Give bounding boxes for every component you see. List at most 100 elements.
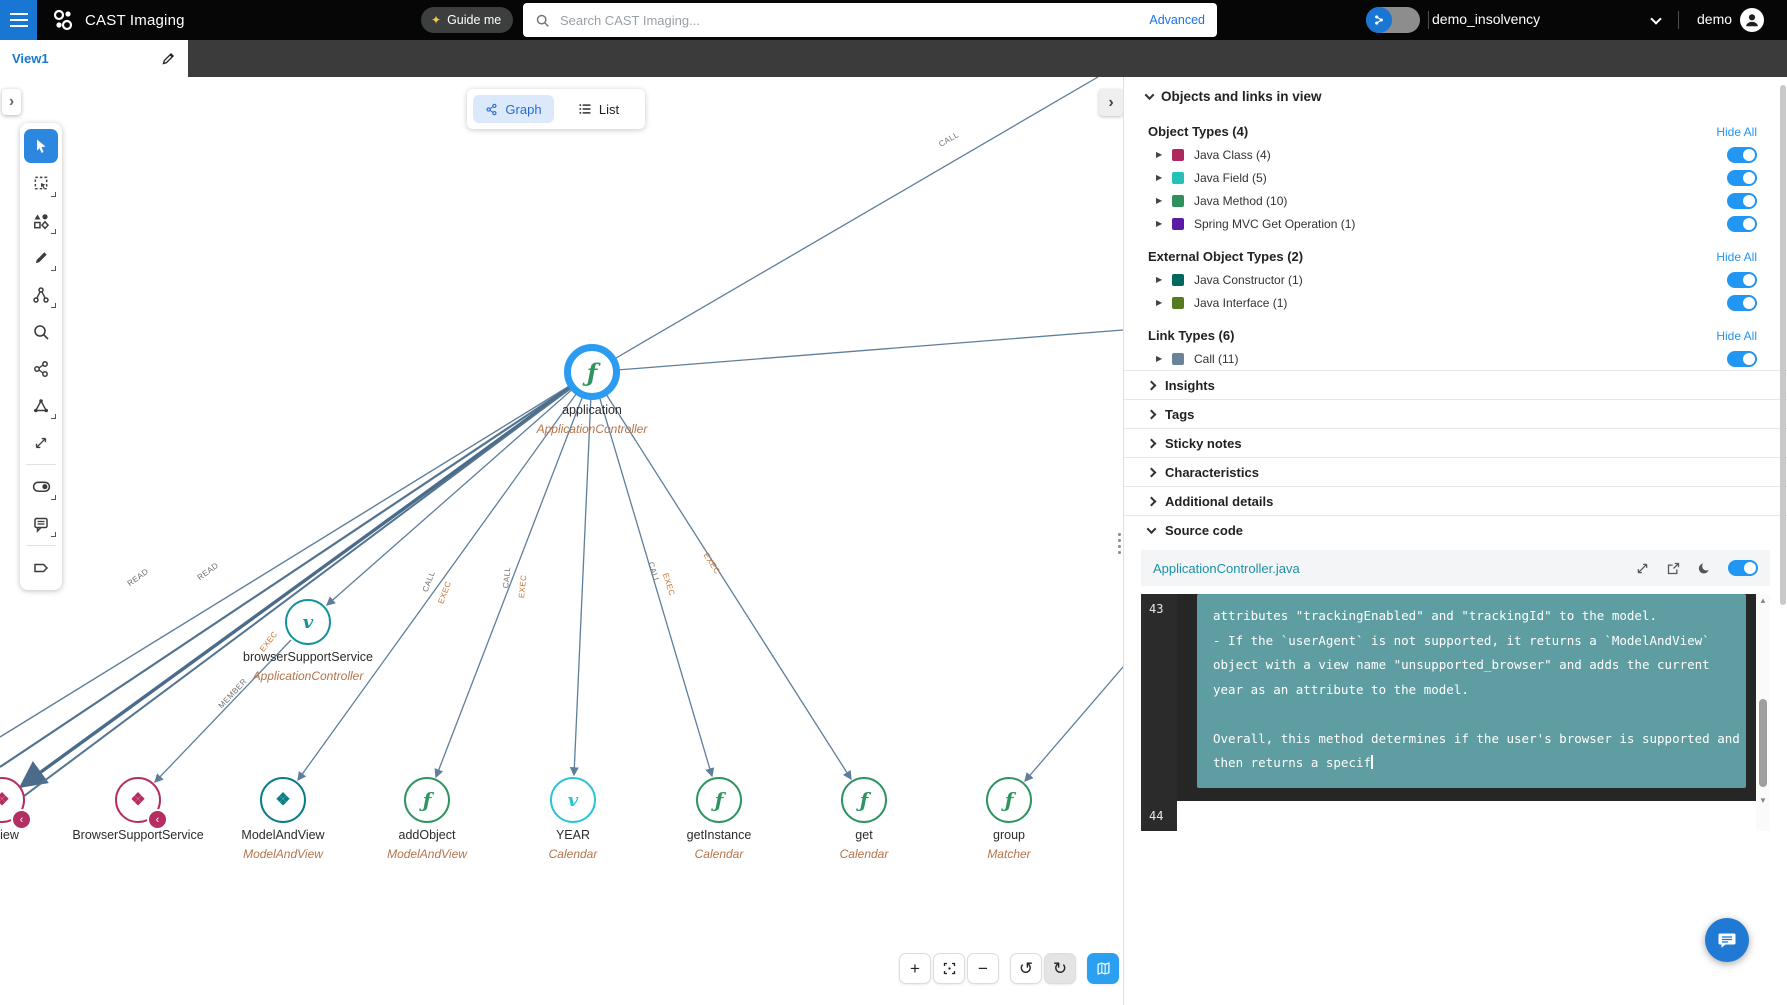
object-types-title-row: Object Types (4) Hide All — [1124, 110, 1787, 143]
visibility-toggle[interactable] — [1727, 351, 1757, 367]
line-number: 44 — [1149, 809, 1163, 823]
expand-triangle-icon[interactable]: ▶ — [1156, 354, 1172, 363]
search-placeholder: Search CAST Imaging... — [560, 13, 1149, 28]
toggle-visibility-tool-button[interactable] — [22, 468, 60, 505]
objects-links-header[interactable]: Objects and links in view — [1124, 77, 1787, 110]
graph-view-button[interactable]: Graph — [473, 95, 554, 123]
zoom-out-button[interactable]: − — [967, 953, 999, 984]
user-avatar[interactable] — [1740, 8, 1764, 32]
menu-icon[interactable] — [0, 0, 37, 40]
section-tags[interactable]: Tags — [1124, 399, 1787, 428]
pencil-icon — [33, 249, 50, 266]
section-characteristics[interactable]: Characteristics — [1124, 457, 1787, 486]
source-file-name[interactable]: ApplicationController.java — [1153, 561, 1619, 576]
visibility-toggle[interactable] — [1727, 193, 1757, 209]
visibility-toggle[interactable] — [1727, 216, 1757, 232]
link-types-title: Link Types (6) — [1148, 328, 1716, 343]
external-types-title-row: External Object Types (2) Hide All — [1124, 235, 1787, 268]
node-circle[interactable]: ƒ — [564, 344, 620, 400]
comment-tool-button[interactable] — [22, 505, 60, 542]
visibility-toggle[interactable] — [1727, 295, 1757, 311]
panel-drag-handle[interactable] — [1118, 533, 1121, 554]
cluster-tool-button[interactable] — [22, 387, 60, 424]
type-color-swatch — [1172, 297, 1184, 309]
fit-to-screen-button[interactable] — [933, 953, 965, 984]
list-view-button[interactable]: List — [558, 95, 639, 123]
expand-source-button[interactable] — [1635, 561, 1650, 576]
code-scrollbar[interactable]: ▲ ▼ — [1756, 594, 1770, 831]
zoom-in-button[interactable]: + — [899, 953, 931, 984]
left-panel-expand-button[interactable]: › — [2, 89, 21, 115]
node-sublabel: ApplicationController — [502, 422, 682, 436]
node-circle[interactable]: v — [550, 777, 596, 823]
draw-tool-button[interactable] — [22, 239, 60, 276]
expand-triangle-icon[interactable]: ▶ — [1156, 196, 1172, 205]
workspace-chevron-down-icon[interactable] — [1650, 13, 1661, 24]
chat-assistant-button[interactable] — [1705, 918, 1749, 962]
source-code-viewer[interactable]: 43 44 attributes "trackingEnabled" and "… — [1141, 594, 1770, 831]
share-icon — [32, 360, 50, 378]
empty-code-line — [1177, 801, 1756, 831]
marquee-select-tool-button[interactable] — [22, 165, 60, 202]
cast-imaging-app: CAST Imaging ✦ Guide me Search CAST Imag… — [0, 0, 1787, 1005]
section-additional-details[interactable]: Additional details — [1124, 486, 1787, 515]
chevron-right-icon — [1147, 438, 1157, 448]
section-insights[interactable]: Insights — [1124, 370, 1787, 399]
workspace-name[interactable]: demo_insolvency — [1432, 11, 1540, 27]
node-circle[interactable]: ƒ — [696, 777, 742, 823]
right-panel-collapse-button[interactable]: › — [1099, 89, 1123, 116]
text-cursor — [1371, 755, 1373, 769]
toggle-icon — [32, 477, 51, 496]
visibility-toggle[interactable] — [1727, 272, 1757, 288]
search-icon — [535, 13, 550, 28]
hierarchy-tool-button[interactable] — [22, 276, 60, 313]
java-method-icon: ƒ — [1005, 788, 1014, 812]
fit-screen-icon — [942, 961, 957, 976]
advanced-search-link[interactable]: Advanced — [1149, 13, 1205, 27]
node-circle[interactable]: ƒ — [841, 777, 887, 823]
node-circle[interactable]: ƒ — [986, 777, 1032, 823]
search-input[interactable]: Search CAST Imaging... Advanced — [523, 3, 1217, 37]
highlighted-comment-block: attributes "trackingEnabled" and "tracki… — [1197, 594, 1746, 788]
minimap-button[interactable] — [1087, 953, 1119, 984]
tag-tool-button[interactable] — [22, 549, 60, 586]
visibility-toggle[interactable] — [1727, 147, 1757, 163]
shapes-tool-button[interactable] — [22, 202, 60, 239]
graph-view-icon — [485, 103, 498, 116]
scrollbar-thumb[interactable] — [1759, 699, 1767, 787]
canvas-toolbar — [20, 123, 62, 590]
open-in-new-button[interactable] — [1666, 561, 1681, 576]
expand-triangle-icon[interactable]: ▶ — [1156, 275, 1172, 284]
guide-me-button[interactable]: ✦ Guide me — [421, 7, 513, 33]
edit-pencil-icon[interactable] — [161, 51, 176, 66]
tab-label: View1 — [12, 51, 161, 66]
list-view-icon — [578, 102, 592, 116]
hide-all-link[interactable]: Hide All — [1716, 250, 1757, 264]
expand-tool-button[interactable] — [22, 424, 60, 461]
section-sticky-notes[interactable]: Sticky notes — [1124, 428, 1787, 457]
expand-triangle-icon[interactable]: ▶ — [1156, 219, 1172, 228]
visibility-toggle[interactable] — [1727, 170, 1757, 186]
collapse-badge[interactable]: ‹ — [11, 809, 32, 830]
section-source-code[interactable]: Source code — [1124, 515, 1787, 544]
share-links-tool-button[interactable] — [22, 350, 60, 387]
undo-button[interactable]: ↺ — [1010, 953, 1042, 984]
pointer-tool-button[interactable] — [24, 129, 58, 163]
expand-triangle-icon[interactable]: ▶ — [1156, 150, 1172, 159]
dark-mode-toggle[interactable] — [1728, 560, 1758, 576]
collapse-badge[interactable]: ‹ — [147, 809, 168, 830]
tab-view1[interactable]: View1 — [0, 40, 188, 77]
hide-all-link[interactable]: Hide All — [1716, 125, 1757, 139]
graph-canvas[interactable]: CALL READ READ MEMBER CALL EXEC CALL EXE… — [0, 77, 1123, 1005]
zoom-search-tool-button[interactable] — [22, 313, 60, 350]
expand-triangle-icon[interactable]: ▶ — [1156, 298, 1172, 307]
redo-button[interactable]: ↻ — [1044, 953, 1076, 984]
hide-all-link[interactable]: Hide All — [1716, 329, 1757, 343]
type-color-swatch — [1172, 172, 1184, 184]
app-switcher-toggle[interactable] — [1366, 7, 1420, 33]
node-circle[interactable]: ❖ — [260, 777, 306, 823]
expand-triangle-icon[interactable]: ▶ — [1156, 173, 1172, 182]
panel-scrollbar[interactable] — [1780, 85, 1786, 605]
node-circle[interactable]: ƒ — [404, 777, 450, 823]
node-circle[interactable]: v — [285, 599, 331, 645]
